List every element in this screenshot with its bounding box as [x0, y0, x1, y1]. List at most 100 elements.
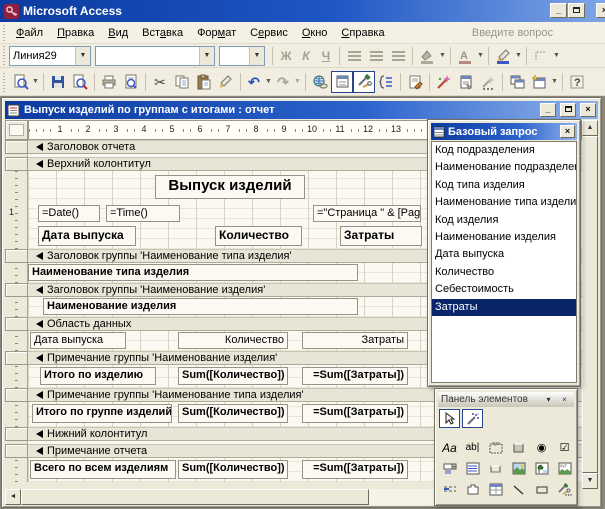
app-close-button[interactable]: × [596, 3, 605, 18]
horizontal-scroll-thumb[interactable] [21, 489, 369, 505]
section-selector[interactable] [5, 249, 28, 263]
section-selector[interactable] [5, 351, 28, 365]
section-selector[interactable] [5, 317, 28, 331]
vertical-ruler[interactable] [5, 402, 28, 427]
combobox-control-button[interactable] [439, 459, 460, 478]
section-selector[interactable] [5, 444, 28, 458]
redo-dropdown[interactable]: ▼ [293, 71, 302, 93]
properties-button[interactable] [455, 71, 477, 93]
field-item[interactable]: Код типа изделия [432, 177, 576, 194]
field-item[interactable]: Себестоимость [432, 281, 576, 298]
qty-column-label[interactable]: Количество [215, 226, 302, 246]
section-selector[interactable] [5, 388, 28, 402]
undo-dropdown[interactable]: ▼ [264, 71, 273, 93]
file-search-button[interactable] [69, 71, 91, 93]
grand-sum-qty-textbox[interactable]: Sum([Количество]) [178, 460, 288, 479]
menu-help[interactable]: Справка [334, 25, 391, 41]
italic-button[interactable]: К [296, 45, 316, 67]
line-color-dropdown[interactable]: ▼ [514, 45, 523, 67]
chevron-down-icon[interactable]: ▼ [199, 46, 214, 65]
toolbox-titlebar[interactable]: Панель элементов ▾ × [438, 392, 574, 407]
grand-sum-cost-textbox[interactable]: =Sum([Затраты]) [302, 460, 408, 479]
object-selector-combo[interactable]: Линия29 ▼ [9, 45, 91, 66]
copy-button[interactable] [171, 71, 193, 93]
format-painter-button[interactable] [215, 71, 237, 93]
save-button[interactable] [47, 71, 69, 93]
vertical-ruler[interactable] [5, 263, 28, 283]
print-button[interactable] [98, 71, 120, 93]
ask-question-box[interactable]: Введите вопрос [472, 27, 553, 39]
section-selector[interactable] [5, 157, 28, 171]
menu-format[interactable]: Формат [190, 25, 243, 41]
image-control-button[interactable] [508, 459, 529, 478]
bold-button[interactable]: Ж [276, 45, 296, 67]
menu-view[interactable]: Вид [101, 25, 135, 41]
detail-date-textbox[interactable]: Дата выпуска [30, 332, 126, 349]
group-sum-cost-textbox[interactable]: =Sum([Затраты]) [302, 404, 408, 423]
formatting-toolbar-grip[interactable] [2, 46, 7, 65]
tab-control-button[interactable] [462, 480, 483, 499]
field-list-close-button[interactable]: × [560, 125, 575, 138]
line-width-dropdown[interactable]: ▼ [552, 45, 561, 67]
section-selector[interactable] [5, 140, 28, 154]
menu-insert[interactable]: Вставка [135, 25, 190, 41]
help-button[interactable]: ? [566, 71, 588, 93]
vertical-ruler[interactable] [5, 458, 28, 482]
scroll-up-button[interactable]: ▲ [582, 120, 598, 136]
detail-qty-textbox[interactable]: Количество [178, 332, 288, 349]
unbound-object-frame-button[interactable] [531, 459, 552, 478]
section-selector[interactable] [5, 427, 28, 441]
autoformat-button[interactable] [433, 71, 455, 93]
page-break-control-button[interactable] [439, 480, 460, 499]
toolbox-close-button[interactable]: × [558, 394, 571, 406]
detail-cost-textbox[interactable]: Затраты [302, 332, 408, 349]
subform-control-button[interactable] [485, 480, 506, 499]
code-button[interactable] [404, 71, 426, 93]
field-list-button[interactable] [331, 70, 353, 93]
field-item[interactable]: Код подразделения [432, 142, 576, 159]
command-button-control[interactable] [485, 459, 506, 478]
date-column-label[interactable]: Дата выпуска [38, 226, 136, 246]
item-sum-cost-textbox[interactable]: =Sum([Затраты]) [302, 367, 408, 385]
field-item[interactable]: Количество [432, 264, 576, 281]
date-textbox[interactable]: =Date() [38, 205, 100, 222]
redo-button[interactable]: ↷ [273, 71, 293, 93]
report-title-textbox[interactable]: Выпуск изделий [155, 175, 305, 199]
item-name-textbox[interactable]: Наименование изделия [43, 298, 358, 315]
font-size-combo[interactable]: ▼ [219, 45, 265, 66]
insert-hyperlink-button[interactable] [309, 71, 331, 93]
new-object-dropdown[interactable]: ▼ [550, 71, 559, 93]
more-controls-button[interactable] [554, 480, 575, 499]
field-item[interactable]: Наименование изделия [432, 229, 576, 246]
new-object-button[interactable] [528, 71, 550, 93]
vertical-ruler[interactable] [5, 297, 28, 317]
menu-edit[interactable]: Правка [50, 25, 101, 41]
grand-total-label[interactable]: Всего по всем изделиям [30, 460, 176, 479]
toolbox-button[interactable] [353, 70, 375, 93]
align-center-button[interactable] [365, 45, 387, 67]
line-color-button[interactable] [492, 45, 514, 67]
vertical-ruler[interactable] [5, 331, 28, 351]
font-name-combo[interactable]: ▼ [95, 45, 215, 66]
vertical-scrollbar[interactable]: ▲ ▼ [582, 120, 598, 489]
fill-color-button[interactable] [416, 45, 438, 67]
line-control-button[interactable] [508, 480, 529, 499]
fill-color-dropdown[interactable]: ▼ [438, 45, 447, 67]
type-name-textbox[interactable]: Наименование типа изделия [28, 264, 358, 281]
field-list-titlebar[interactable]: Базовый запрос × [431, 123, 577, 140]
cut-button[interactable]: ✂ [149, 71, 171, 93]
menu-window[interactable]: Окно [295, 25, 335, 41]
item-sum-qty-textbox[interactable]: Sum([Количество]) [178, 367, 288, 385]
font-color-dropdown[interactable]: ▼ [476, 45, 485, 67]
vertical-ruler[interactable] [5, 365, 28, 388]
scroll-left-button[interactable]: ◄ [5, 489, 21, 505]
line-width-button[interactable] [530, 45, 552, 67]
standard-toolbar-grip[interactable] [2, 70, 7, 93]
font-color-button[interactable]: А [454, 45, 476, 67]
sorting-grouping-button[interactable] [375, 71, 397, 93]
time-textbox[interactable]: =Time() [106, 205, 180, 222]
app-minimize-button[interactable]: _ [550, 3, 567, 18]
scroll-down-button[interactable]: ▼ [582, 473, 598, 489]
database-window-button[interactable] [506, 71, 528, 93]
report-minimize-button[interactable]: _ [540, 103, 556, 117]
